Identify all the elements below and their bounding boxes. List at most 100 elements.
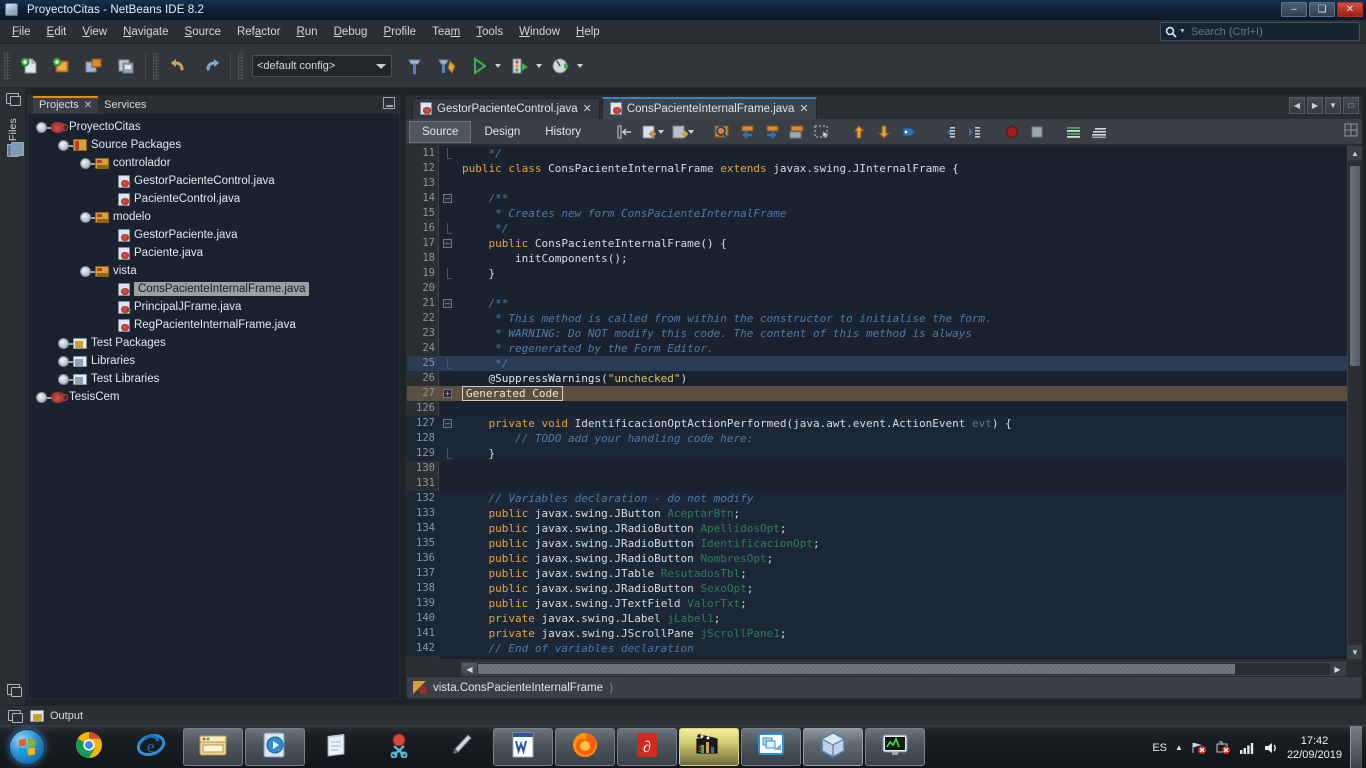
chevron-down-icon-2[interactable]	[688, 129, 695, 134]
diff-icon[interactable]	[1062, 121, 1085, 142]
input-language-indicator[interactable]: ES	[1152, 742, 1167, 754]
minimize-output-icon[interactable]	[8, 709, 23, 723]
taskbar-notepad[interactable]	[307, 728, 367, 766]
code-line[interactable]: 13	[407, 176, 1361, 191]
next-bookmark-icon[interactable]	[760, 121, 783, 142]
expand-collapse-icon[interactable]	[80, 157, 96, 169]
code-line[interactable]: 134 public javax.swing.JRadioButton Apel…	[407, 521, 1361, 536]
taskbar-firefox[interactable]	[555, 728, 615, 766]
clock[interactable]: 17:42 22/09/2019	[1287, 734, 1342, 762]
toolbar-grip[interactable]	[4, 51, 10, 80]
code-lines[interactable]: 11 */12 public class ConsPacienteInternal…	[407, 146, 1361, 659]
project-tree[interactable]: ProyectoCitas Source Packages controlador G…	[28, 114, 399, 698]
collapse-fold-icon[interactable]: –	[443, 194, 452, 203]
search-options-caret-icon[interactable]: ▼	[1179, 28, 1186, 35]
tab-list-button[interactable]: ▼	[1325, 97, 1341, 114]
code-line[interactable]: 140 private javax.swing.JLabel jLabel1;	[407, 611, 1361, 626]
next-error-icon[interactable]	[872, 121, 895, 142]
taskbar-internet-explorer[interactable]: e	[121, 728, 181, 766]
code-line[interactable]: 25 */	[407, 356, 1361, 371]
close-icon[interactable]: ✕	[84, 100, 92, 111]
minimize-panel-button[interactable]	[383, 97, 395, 109]
editor-toolbar-overflow-icon[interactable]	[1344, 123, 1358, 137]
menu-profile[interactable]: Profile	[375, 23, 424, 41]
open-project-button[interactable]	[79, 51, 109, 81]
close-button[interactable]: ✕	[1337, 2, 1363, 17]
taskbar-screen-capture[interactable]	[741, 728, 801, 766]
scroll-up-button[interactable]: ▲	[1348, 146, 1362, 160]
code-line[interactable]: 20	[407, 281, 1361, 296]
tree-item[interactable]: GestorPacienteControl.java	[28, 172, 399, 190]
menu-window[interactable]: Window	[511, 23, 568, 41]
expand-collapse-icon[interactable]	[36, 391, 52, 403]
minimize-window-group-button[interactable]	[2, 93, 24, 106]
code-line[interactable]: 26 @SuppressWarnings("unchecked")	[407, 371, 1361, 386]
save-all-button[interactable]	[111, 51, 141, 81]
tab-history[interactable]: History	[533, 122, 593, 142]
toolbar-grip-2[interactable]	[153, 51, 159, 80]
tab-design[interactable]: Design	[472, 122, 532, 142]
new-file-button[interactable]	[15, 51, 45, 81]
tree-item[interactable]: Libraries	[28, 352, 399, 370]
code-line[interactable]: 138 public javax.swing.JRadioButton Sexo…	[407, 581, 1361, 596]
collapse-fold-icon[interactable]: –	[443, 239, 452, 248]
expand-collapse-icon[interactable]	[80, 265, 96, 277]
code-line[interactable]: 137 public javax.swing.JTable ResutadosT…	[407, 566, 1361, 581]
redo-button[interactable]	[196, 51, 226, 81]
taskbar-netbeans[interactable]	[865, 728, 925, 766]
taskbar-file-explorer[interactable]	[183, 728, 243, 766]
menu-run[interactable]: Run	[288, 23, 325, 41]
taskbar-word[interactable]	[493, 728, 553, 766]
code-editor[interactable]: 11 */12 public class ConsPacienteInternal…	[407, 146, 1361, 659]
expand-collapse-icon[interactable]	[58, 355, 74, 367]
volume-icon[interactable]	[1263, 741, 1279, 755]
toggle-rectangular-selection-icon[interactable]	[785, 121, 808, 142]
output-tab-label[interactable]: Output	[50, 710, 83, 722]
signal-icon[interactable]	[1239, 741, 1255, 755]
run-project-button[interactable]	[464, 51, 494, 81]
previous-error-icon[interactable]	[847, 121, 870, 142]
taskbar-media-player[interactable]	[245, 728, 305, 766]
project-configuration-select[interactable]: <default config>	[252, 54, 392, 77]
scroll-tabs-right-button[interactable]: ▶	[1307, 97, 1323, 114]
breadcrumb-label[interactable]: vista.ConsPacienteInternalFrame	[433, 682, 603, 694]
code-line[interactable]: 135 public javax.swing.JRadioButton Iden…	[407, 536, 1361, 551]
tree-item[interactable]: TesisCem	[28, 388, 399, 406]
menu-source[interactable]: Source	[177, 23, 229, 41]
start-button[interactable]	[2, 727, 52, 767]
menu-file[interactable]: File	[4, 23, 39, 41]
minimize-bottom-group-button[interactable]	[2, 684, 24, 697]
show-hidden-icons-button[interactable]: ▲	[1175, 743, 1183, 752]
editor-vertical-scrollbar[interactable]: ▲ ▼	[1347, 146, 1362, 659]
inspect-icon[interactable]	[1087, 121, 1110, 142]
sidebar-item-files[interactable]: Files	[2, 118, 24, 158]
taskbar-chrome[interactable]	[59, 728, 119, 766]
taskbar-paint[interactable]	[431, 728, 491, 766]
scroll-tabs-left-button[interactable]: ◀	[1289, 97, 1305, 114]
expand-fold-icon[interactable]: +	[443, 389, 452, 398]
expand-collapse-icon[interactable]	[80, 211, 96, 223]
tree-item[interactable]: ConsPacienteInternalFrame.java	[28, 280, 399, 298]
collapse-fold-icon[interactable]: –	[443, 299, 452, 308]
menu-debug[interactable]: Debug	[326, 23, 376, 41]
code-line[interactable]: 127– private void IdentificacionOptActio…	[407, 416, 1361, 431]
profile-project-button[interactable]	[546, 51, 576, 81]
code-line[interactable]: 15 * Creates new form ConsPacienteIntern…	[407, 206, 1361, 221]
code-line[interactable]: 23 * WARNING: Do NOT modify this code. T…	[407, 326, 1361, 341]
ide-search-box[interactable]: ▼	[1160, 22, 1360, 41]
taskbar-virtualbox[interactable]	[803, 728, 863, 766]
code-line[interactable]: 27 + Generated Code	[407, 386, 1361, 401]
code-line[interactable]: 133 public javax.swing.JButton AceptarBt…	[407, 506, 1361, 521]
code-line[interactable]: 132 // Variables declaration - do not mo…	[407, 491, 1361, 506]
toolbar-grip-3[interactable]	[238, 51, 244, 80]
editor-horizontal-scrollbar[interactable]: ◀ ▶	[461, 662, 1346, 676]
scroll-down-button[interactable]: ▼	[1348, 645, 1362, 659]
close-icon[interactable]: ✕	[583, 102, 592, 115]
code-line[interactable]: 126	[407, 401, 1361, 416]
maximize-editor-button[interactable]: □	[1343, 97, 1359, 114]
code-line[interactable]: 22 * This method is called from within t…	[407, 311, 1361, 326]
tree-item[interactable]: GestorPaciente.java	[28, 226, 399, 244]
debug-dropdown-caret-icon[interactable]	[536, 63, 542, 68]
tree-item[interactable]: modelo	[28, 208, 399, 226]
code-line[interactable]: 141 private javax.swing.JScrollPane jScr…	[407, 626, 1361, 641]
